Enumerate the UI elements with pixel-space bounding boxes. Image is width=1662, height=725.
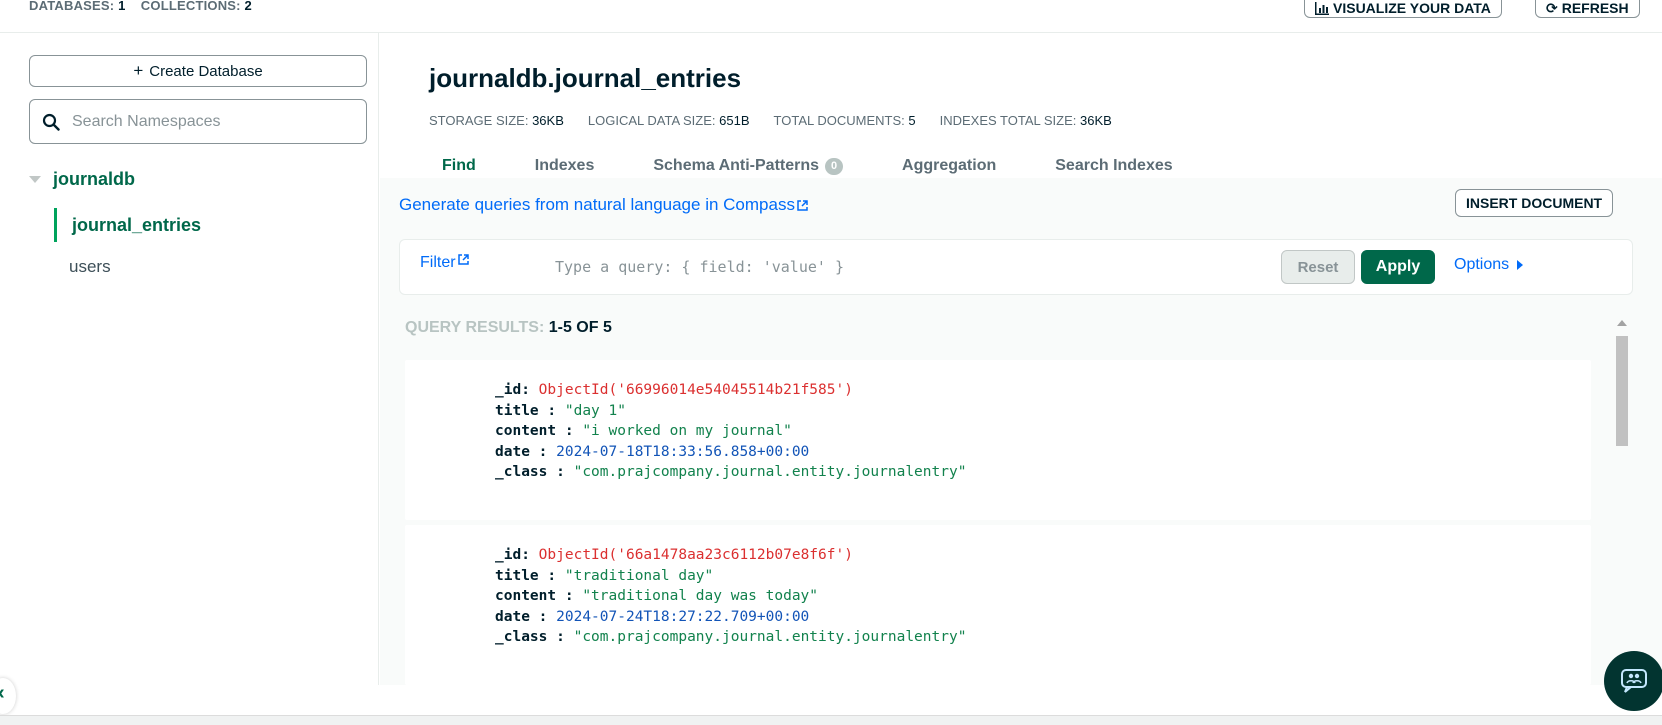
cluster-stats: DATABASES: 1 COLLECTIONS: 2 — [29, 0, 252, 13]
page-title: journaldb.journal_entries — [429, 63, 742, 93]
external-link-icon — [457, 254, 469, 265]
create-database-button[interactable]: + Create Database — [29, 55, 367, 87]
plus-icon: + — [133, 61, 144, 80]
sidebar: + Create Database journaldb journal_entr… — [0, 33, 379, 685]
document-field-id: _id: ObjectId('66a1478aa23c6112b07e8f6f'… — [495, 547, 853, 563]
document-card[interactable]: _id: ObjectId('66a1478aa23c6112b07e8f6f'… — [405, 525, 1591, 685]
refresh-label: REFRESH — [1561, 0, 1629, 16]
natural-language-query-link[interactable]: Generate queries from natural language i… — [399, 195, 808, 215]
tab-search-indexes[interactable]: Search Indexes — [1013, 151, 1189, 181]
document-field-date: date : 2024-07-18T18:33:56.858+00:00 — [495, 443, 810, 460]
collection-tabs: Find Indexes Schema Anti-Patterns 0 Aggr… — [425, 151, 1190, 181]
apply-button[interactable]: Apply — [1361, 250, 1435, 284]
tab-schema-anti-patterns[interactable]: Schema Anti-Patterns 0 — [611, 151, 860, 181]
refresh-button[interactable]: ⟳ REFRESH — [1535, 0, 1640, 18]
query-results-label: QUERY RESULTS: — [405, 319, 545, 336]
database-name[interactable]: journaldb — [53, 169, 135, 190]
external-link-icon — [797, 199, 808, 211]
document-field-class: _class : "com.prajcompany.journal.entity… — [495, 629, 967, 645]
sidebar-item-users[interactable]: users — [69, 257, 111, 277]
visualize-data-button[interactable]: VISUALIZE YOUR DATA — [1304, 0, 1502, 18]
document-field-content: content : "i worked on my journal" — [495, 423, 792, 439]
document-card[interactable]: _id: ObjectId('66996014e54045514b21f585'… — [405, 360, 1591, 520]
document-field-class: _class : "com.prajcompany.journal.entity… — [495, 464, 967, 480]
chat-support-button[interactable] — [1604, 651, 1662, 711]
chevron-left-icon: ‹ — [0, 682, 5, 704]
filter-link[interactable]: Filter — [420, 254, 469, 272]
logical-size-stat: LOGICAL DATA SIZE: 651B — [587, 113, 750, 128]
chat-people-icon — [1621, 669, 1647, 693]
document-field-title: title : "traditional day" — [495, 567, 714, 584]
create-database-label: Create Database — [149, 62, 263, 80]
visualize-data-label: VISUALIZE YOUR DATA — [1333, 0, 1491, 16]
scrollbar-thumb[interactable] — [1616, 336, 1628, 446]
storage-size-stat: STORAGE SIZE: 36KB — [429, 113, 564, 128]
tab-find[interactable]: Find — [425, 151, 493, 181]
bottom-status-bar — [0, 715, 1662, 725]
insert-document-button[interactable]: INSERT DOCUMENT — [1455, 189, 1614, 217]
top-bar: DATABASES: 1 COLLECTIONS: 2 VISUALIZE YO… — [0, 0, 1662, 33]
refresh-icon: ⟳ — [1546, 0, 1558, 16]
options-label: Options — [1454, 256, 1510, 273]
search-namespaces-field[interactable] — [29, 99, 367, 144]
query-bar: Filter Reset Apply Options — [399, 239, 1633, 295]
sidebar-item-journal-entries[interactable]: journal_entries — [54, 208, 354, 242]
tab-aggregation[interactable]: Aggregation — [860, 151, 1013, 181]
options-button[interactable]: Options — [1454, 256, 1524, 274]
tab-indexes[interactable]: Indexes — [493, 151, 612, 181]
sidebar-item-journaldb[interactable]: journaldb — [29, 169, 135, 190]
document-field-date: date : 2024-07-24T18:27:22.709+00:00 — [495, 608, 810, 625]
indexes-size-stat: INDEXES TOTAL SIZE: 36KB — [939, 113, 1112, 128]
databases-label: DATABASES: — [29, 0, 115, 13]
scroll-up-arrow-icon[interactable] — [1617, 320, 1627, 326]
query-results-header: QUERY RESULTS: 1-5 OF 5 — [405, 319, 612, 337]
document-field-content: content : "traditional day was today" — [495, 588, 819, 604]
databases-count: 1 — [118, 0, 126, 13]
natural-language-query-label: Generate queries from natural language i… — [399, 195, 795, 214]
tab-schema-anti-patterns-label: Schema Anti-Patterns — [653, 157, 820, 174]
document-field-id: _id: ObjectId('66996014e54045514b21f585'… — [495, 382, 853, 398]
bar-chart-icon — [1315, 1, 1329, 15]
total-documents-stat: TOTAL DOCUMENTS: 5 — [773, 113, 916, 128]
anti-patterns-count-badge: 0 — [825, 157, 844, 175]
reset-button[interactable]: Reset — [1281, 250, 1355, 284]
caret-down-icon[interactable] — [29, 176, 41, 183]
document-field-title: title : "day 1" — [495, 402, 626, 419]
filter-label: Filter — [420, 254, 456, 271]
main-panel: journaldb.journal_entries STORAGE SIZE: … — [380, 33, 1662, 685]
collections-label: COLLECTIONS: — [140, 0, 241, 13]
search-icon — [42, 113, 60, 131]
search-namespaces-input[interactable] — [72, 112, 342, 131]
collection-stats: STORAGE SIZE: 36KB LOGICAL DATA SIZE: 65… — [429, 113, 1112, 128]
caret-right-icon — [1517, 260, 1524, 270]
collections-count: 2 — [244, 0, 252, 13]
query-filter-input[interactable] — [555, 250, 1255, 284]
documents-workspace: Generate queries from natural language i… — [380, 178, 1662, 685]
query-results-count: 1-5 OF 5 — [548, 319, 612, 336]
